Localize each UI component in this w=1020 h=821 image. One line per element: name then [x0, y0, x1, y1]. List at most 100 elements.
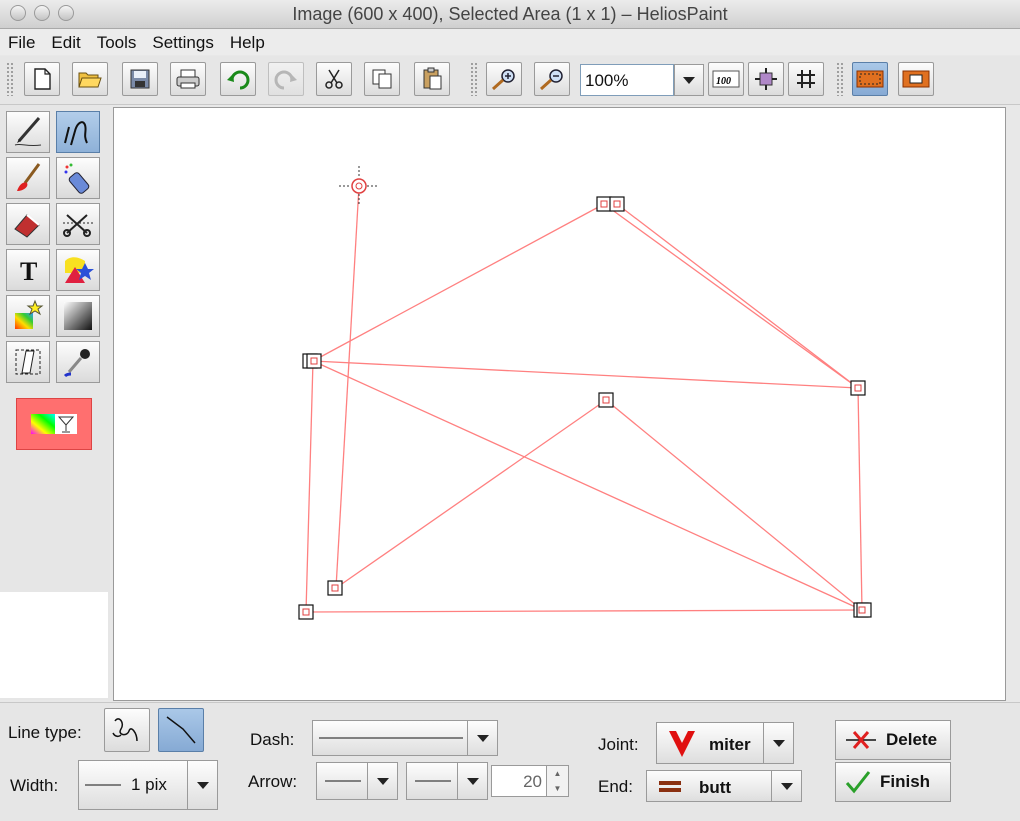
zoom-dropdown-button[interactable]: [674, 64, 704, 96]
vertex-handle[interactable]: [596, 196, 612, 212]
width-label: Width:: [10, 776, 59, 795]
delete-button[interactable]: Delete: [835, 720, 951, 760]
actual-size-button[interactable]: 100: [708, 62, 744, 96]
drawing-canvas[interactable]: [113, 107, 1006, 701]
arrow-size-spinner[interactable]: 20 ▲ ▼: [491, 765, 569, 797]
menu-file[interactable]: File: [0, 29, 43, 55]
arrow-end-dropdown-button[interactable]: [457, 763, 487, 799]
vertex-handle[interactable]: [298, 604, 314, 620]
eraser-icon: [14, 214, 40, 238]
window-title: Image (600 x 400), Selected Area (1 x 1)…: [292, 4, 728, 24]
zoom-level-value[interactable]: 100%: [580, 64, 674, 96]
arrow-label: Arrow:: [248, 772, 298, 791]
text-tool-button[interactable]: T: [6, 249, 50, 291]
vertex-handles[interactable]: [298, 196, 872, 620]
vertex-handle[interactable]: [327, 580, 343, 596]
transform-tool-button[interactable]: [6, 341, 50, 383]
cut-button[interactable]: [316, 62, 352, 96]
dash-dropdown-button[interactable]: [467, 721, 497, 755]
curve-tool-button[interactable]: [56, 111, 100, 153]
pencil-tool-button[interactable]: [6, 111, 50, 153]
joint-style-value: miter: [709, 735, 751, 754]
grid-icon: [797, 70, 815, 88]
start-point-handle[interactable]: [339, 166, 379, 206]
line-width-select[interactable]: 1 pix: [78, 760, 218, 810]
finish-button[interactable]: Finish: [835, 762, 951, 802]
arrow-start-select[interactable]: [316, 762, 398, 800]
end-cap-dropdown-button[interactable]: [771, 771, 801, 801]
zoom-out-button[interactable]: [534, 62, 570, 96]
end-cap-select[interactable]: butt: [646, 770, 802, 802]
chevron-down-icon: [466, 777, 479, 785]
current-color-swatch[interactable]: [16, 398, 92, 450]
toolbar-grip[interactable]: [836, 62, 844, 96]
redo-icon: [274, 70, 297, 90]
brush-tool-button[interactable]: [6, 157, 50, 199]
eyedropper-tool-button[interactable]: [56, 341, 100, 383]
menu-settings[interactable]: Settings: [144, 29, 221, 55]
cut-select-tool-button[interactable]: [56, 203, 100, 245]
vertex-handle[interactable]: [306, 353, 322, 369]
pencil-icon: [14, 117, 42, 147]
miter-joint-icon: [669, 731, 695, 757]
width-dropdown-button[interactable]: [187, 761, 217, 809]
undo-icon: [227, 70, 250, 90]
joint-style-select[interactable]: miter: [656, 722, 794, 764]
spinner-down-button[interactable]: ▼: [546, 781, 568, 796]
toolbar-grip[interactable]: [470, 62, 478, 96]
control-points: [298, 166, 872, 620]
arrow-end-select[interactable]: [406, 762, 488, 800]
line-segment: [857, 387, 863, 611]
chevron-down-icon: [772, 739, 785, 747]
vertex-handle[interactable]: [850, 380, 866, 396]
eyedropper-icon: [63, 349, 90, 378]
arrow-end-preview: [415, 780, 451, 782]
selection-rectangle-icon: [856, 70, 884, 88]
save-button[interactable]: [122, 62, 158, 96]
redo-button[interactable]: [268, 62, 304, 96]
spray-tool-button[interactable]: [56, 157, 100, 199]
fit-window-button[interactable]: [748, 62, 784, 96]
zoom-in-button[interactable]: [486, 62, 522, 96]
paste-icon: [423, 67, 442, 90]
spinner-up-button[interactable]: ▲: [546, 766, 568, 781]
vertex-handle[interactable]: [598, 392, 614, 408]
gradient-fill-tool-button[interactable]: [6, 295, 50, 337]
curve-icon: [64, 121, 88, 146]
delete-icon: [846, 731, 876, 749]
copy-button[interactable]: [364, 62, 400, 96]
gradient-tool-button[interactable]: [56, 295, 100, 337]
dash-style-select[interactable]: [312, 720, 498, 756]
end-label: End:: [598, 777, 633, 796]
scissors-icon: [325, 69, 343, 89]
undo-button[interactable]: [220, 62, 256, 96]
select-area-icon: [902, 70, 930, 88]
vertex-handle[interactable]: [609, 196, 625, 212]
joint-dropdown-button[interactable]: [763, 723, 793, 763]
line-type-freehand-button[interactable]: [104, 708, 150, 752]
paste-button[interactable]: [414, 62, 450, 96]
select-rectangle-button[interactable]: [852, 62, 888, 96]
eraser-tool-button[interactable]: [6, 203, 50, 245]
gradient-icon: [64, 302, 92, 330]
arrow-size-value[interactable]: 20: [523, 772, 542, 792]
actual-size-icon: 100: [712, 70, 740, 88]
zoom-level-select[interactable]: 100%: [580, 64, 704, 96]
print-button[interactable]: [170, 62, 206, 96]
line-width-value: 1 pix: [131, 775, 167, 794]
butt-cap-icon: [659, 781, 681, 792]
shapes-tool-button[interactable]: [56, 249, 100, 291]
open-file-button[interactable]: [72, 62, 108, 96]
toolbar-grip[interactable]: [6, 62, 14, 96]
line-type-polyline-button[interactable]: [158, 708, 204, 752]
tool-options-area: [0, 592, 108, 698]
arrow-start-dropdown-button[interactable]: [367, 763, 397, 799]
menu-tools[interactable]: Tools: [89, 29, 145, 55]
new-file-button[interactable]: [24, 62, 60, 96]
line-segment: [305, 360, 314, 613]
grid-toggle-button[interactable]: [788, 62, 824, 96]
select-area-button[interactable]: [898, 62, 934, 96]
line-segment: [305, 609, 863, 613]
menu-edit[interactable]: Edit: [43, 29, 88, 55]
menu-help[interactable]: Help: [222, 29, 273, 55]
